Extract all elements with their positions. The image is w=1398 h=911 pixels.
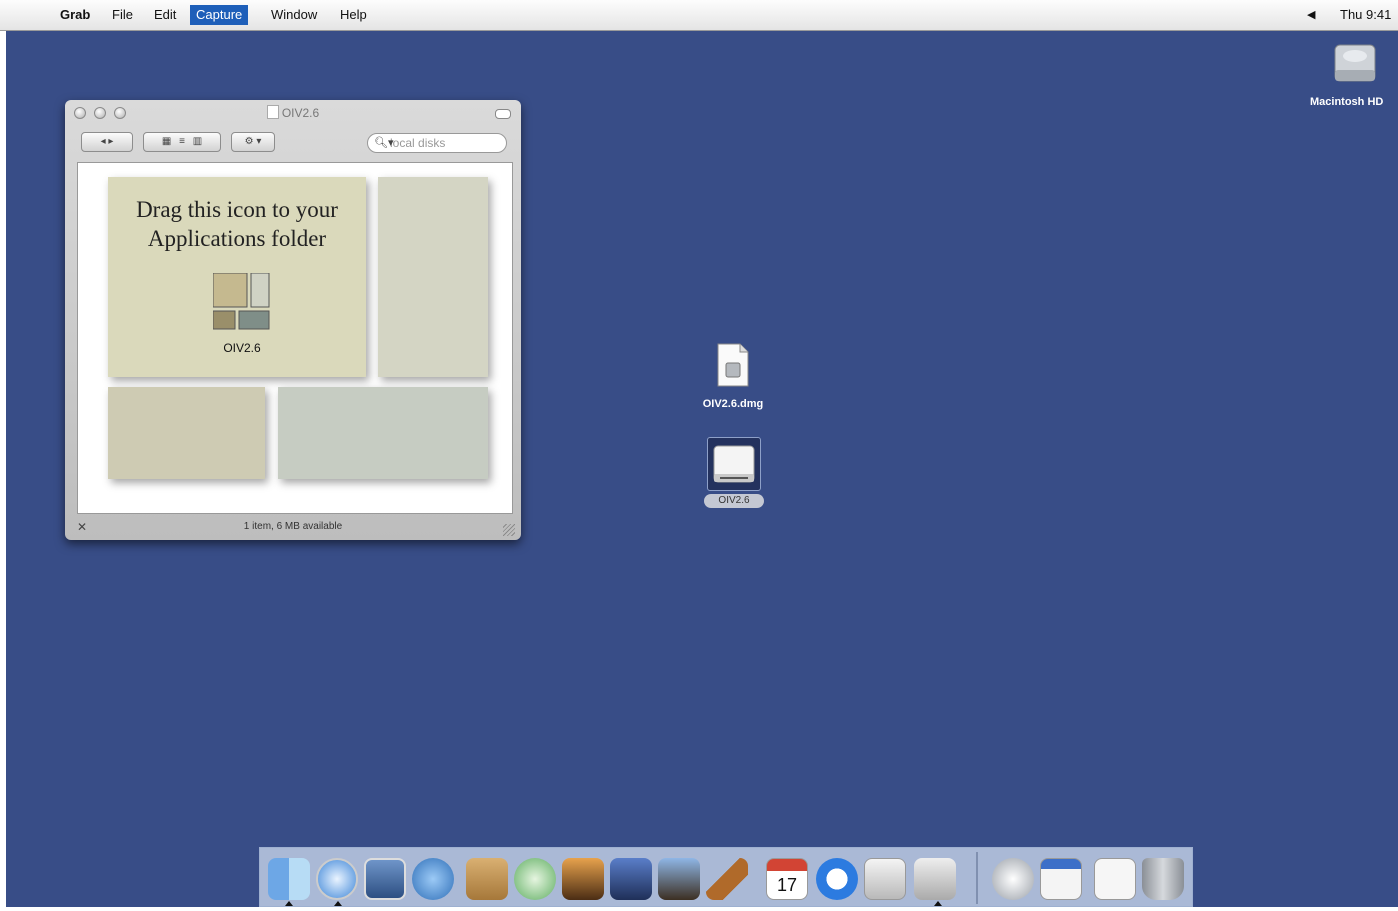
menu-clock[interactable]: Thu 9:41 <box>1340 7 1391 23</box>
status-text: 1 item, 6 MB available <box>243 521 343 532</box>
mounted-volume-label: OIV2.6 <box>704 494 764 508</box>
safari-icon[interactable] <box>316 858 358 900</box>
menu-help[interactable]: Help <box>340 7 367 23</box>
oiv-app-icon[interactable] <box>213 273 273 333</box>
window-content: Drag this icon to your Applications fold… <box>77 162 513 514</box>
web-document-icon[interactable] <box>1040 858 1082 900</box>
dock-separator <box>976 852 978 904</box>
dock: 17 <box>259 847 1193 907</box>
dmg-file-label: OIV2.6.dmg <box>702 398 764 410</box>
resize-grip[interactable] <box>503 524 515 536</box>
trash-icon[interactable] <box>1142 858 1184 900</box>
background-panel-bottom-right <box>278 387 488 479</box>
instruction-line-2: Applications folder <box>147 226 327 251</box>
text-document-icon[interactable] <box>1094 858 1136 900</box>
grab-icon[interactable] <box>914 858 956 900</box>
oiv-app-label: OIV2.6 <box>223 341 261 355</box>
running-indicator <box>334 901 342 906</box>
itunes-icon[interactable] <box>514 858 556 900</box>
action-gear-button[interactable]: ⚙ ▾ <box>231 132 275 152</box>
macintosh-hd-icon[interactable] <box>1332 40 1378 86</box>
running-indicator <box>285 901 293 906</box>
idvd-icon[interactable] <box>658 858 700 900</box>
menu-bar: Grab File Edit Capture Window Help ◀︎ Th… <box>0 0 1398 31</box>
background-panel-right <box>378 177 488 377</box>
edit-disabled-icon: ✕ <box>77 520 88 534</box>
search-placeholder: local disks <box>390 136 446 150</box>
address-book-icon[interactable] <box>466 858 508 900</box>
dmg-file-icon[interactable] <box>716 343 750 387</box>
ical-icon[interactable]: 17 <box>766 858 808 900</box>
view-mode-buttons[interactable]: ▦ ≡ ▥ <box>143 132 221 152</box>
instruction-line-1: Drag this icon to your <box>136 197 338 222</box>
speaker-icon[interactable]: ◀︎ <box>1307 7 1315 23</box>
menu-edit[interactable]: Edit <box>154 7 176 23</box>
menu-window[interactable]: Window <box>271 7 317 23</box>
macintosh-hd-label: Macintosh HD <box>1310 96 1384 108</box>
background-panel-main: Drag this icon to your Applications fold… <box>108 177 366 377</box>
document-icon <box>266 105 279 119</box>
background-panel-bottom-left <box>108 387 265 479</box>
back-forward-button[interactable]: ◂ ▸ <box>81 132 133 152</box>
status-bar: ✕ 1 item, 6 MB available <box>65 517 521 537</box>
mounted-volume-icon[interactable] <box>707 437 761 491</box>
menu-file[interactable]: File <box>112 7 133 23</box>
mail-icon[interactable] <box>992 858 1034 900</box>
garageband-icon[interactable] <box>706 858 748 900</box>
list-view-icon[interactable]: ≡ <box>179 136 185 147</box>
column-view-icon[interactable]: ▥ <box>193 136 202 147</box>
gear-icon: ⚙ ▾ <box>244 136 262 147</box>
ichat-icon[interactable] <box>412 858 454 900</box>
toolbar-toggle-button[interactable] <box>495 109 511 119</box>
system-preferences-icon[interactable] <box>864 858 906 900</box>
preview-icon[interactable] <box>364 858 406 900</box>
imovie-icon[interactable] <box>610 858 652 900</box>
menu-app-name[interactable]: Grab <box>60 7 90 23</box>
running-indicator <box>934 901 942 906</box>
quicktime-icon[interactable] <box>816 858 858 900</box>
iphoto-icon[interactable] <box>562 858 604 900</box>
window-title: OIV2.6 <box>281 106 320 120</box>
icon-view-icon[interactable]: ▦ <box>162 136 171 147</box>
finder-window: OIV2.6 ◂ ▸ ▦ ≡ ▥ ⚙ ▾ 🔍︎▾ local disks Dra… <box>65 100 521 540</box>
menu-capture[interactable]: Capture <box>190 5 249 25</box>
search-icon: 🔍︎▾ <box>374 137 394 149</box>
finder-icon[interactable] <box>268 858 310 900</box>
search-field[interactable]: 🔍︎▾ local disks <box>367 133 507 153</box>
